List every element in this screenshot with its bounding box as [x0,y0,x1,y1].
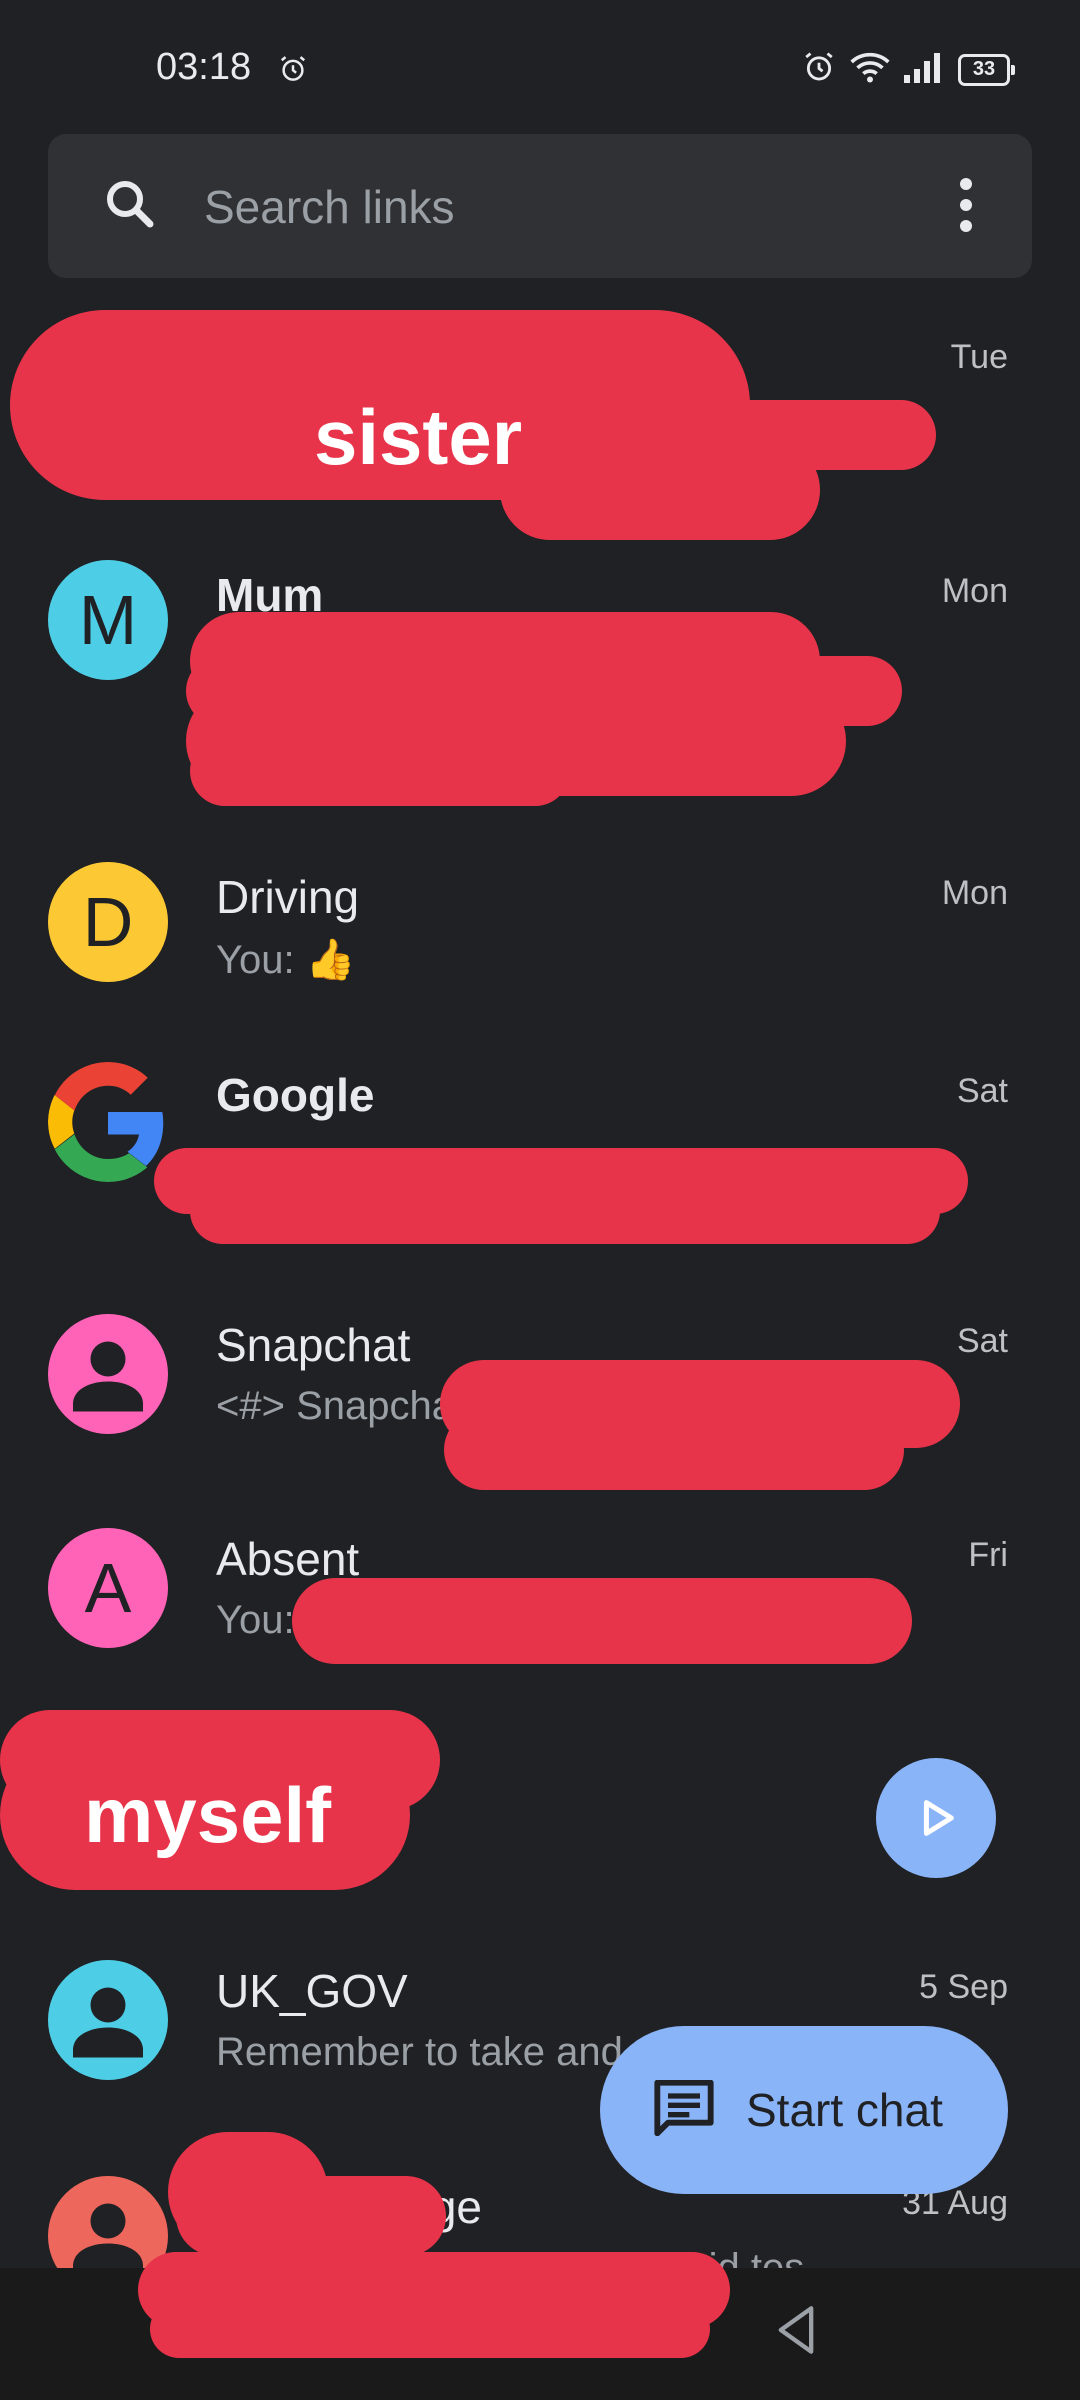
redaction [150,2300,710,2358]
conversation-snippet: Remember to take and [216,2030,623,2074]
conversation-date: Mon [941,572,1008,610]
back-icon[interactable] [774,2304,818,2361]
conversation-row-sister[interactable]: sister Tue [0,290,1080,540]
redaction [176,2176,446,2256]
conversation-date: Sat [956,1322,1008,1360]
redaction-label: sister [314,393,523,481]
status-bar: 03:18 33 [0,0,1080,120]
conversation-row[interactable]: D Driving You: 👍 Mon [0,862,1080,1002]
redaction [190,1178,940,1244]
alarm-icon [802,50,836,89]
status-time: 03:18 [156,46,252,88]
redaction [190,736,570,806]
wifi-icon [850,50,890,89]
message-icon [652,2079,716,2141]
google-logo-icon [48,1062,168,1182]
conversation-row[interactable]: A Absent You: Fri [0,1528,1080,1688]
conversation-name: UK_GOV [216,1965,408,2017]
battery-level: 33 [972,58,996,80]
avatar: D [48,862,168,982]
redaction [444,1410,904,1490]
avatar-letter: M [78,581,138,659]
more-options-icon[interactable] [958,178,974,232]
person-icon [73,1987,143,2058]
conversation-date: Fri [968,1536,1008,1574]
avatar-letter: A [84,1549,132,1627]
conversation-snippet: You: 👍 [216,938,356,982]
avatar [48,1314,168,1434]
conversation-date: 5 Sep [919,1968,1008,2006]
battery-icon: 33 [958,53,1015,86]
redaction-label: myself [84,1771,332,1859]
start-chat-button[interactable]: Start chat [600,2026,1008,2194]
redaction [292,1578,912,1664]
conversation-date: Sat [956,1072,1008,1110]
play-arrow-icon [923,1800,954,1836]
search-bar[interactable]: Search links [48,134,1032,278]
send-button[interactable] [876,1758,996,1878]
person-icon [73,1341,143,1412]
search-input[interactable]: Search links [204,180,455,234]
redaction [500,440,820,540]
conversation-date: Tue [950,338,1008,376]
conversation-name: Snapchat [216,1319,411,1371]
conversation-name: Driving [216,871,360,923]
conversation-row[interactable]: Google Sat [0,1062,1080,1244]
conversation-date: Mon [941,874,1008,912]
avatar-letter: D [82,883,134,961]
avatar [48,1960,168,2080]
conversation-row[interactable]: M Mum Mon [0,560,1080,840]
alarm-icon [278,54,308,89]
conversation-name: Google [216,1069,375,1121]
start-chat-label: Start chat [746,2084,943,2136]
conversation-row[interactable]: Snapchat <#> Snapchat Sat [0,1314,1080,1490]
signal-icon [904,51,944,88]
conversation-snippet: <#> Snapchat [216,1384,466,1428]
avatar: M [48,560,168,680]
avatar: A [48,1528,168,1648]
search-icon [100,174,160,239]
conversation-snippet: You: [216,1598,295,1642]
